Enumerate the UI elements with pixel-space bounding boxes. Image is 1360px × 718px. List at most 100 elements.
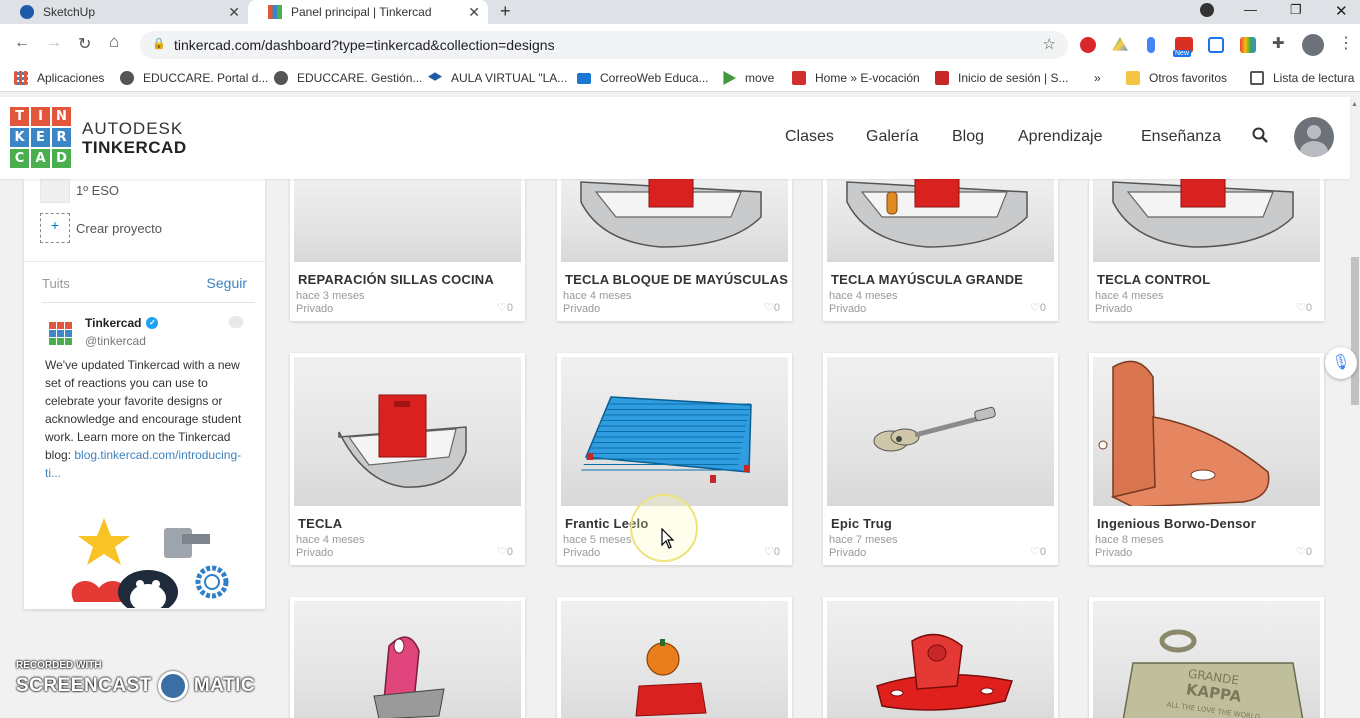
search-icon[interactable] xyxy=(1252,127,1268,148)
brand-wordmark[interactable]: AUTODESK TINKERCAD xyxy=(82,119,187,157)
design-card[interactable]: Epic Trug hace 7 meses Privado ♡0 xyxy=(823,353,1058,565)
design-title[interactable]: TECLA CONTROL xyxy=(1097,272,1210,287)
design-thumbnail[interactable] xyxy=(561,601,788,718)
forward-arrow-icon[interactable]: → xyxy=(46,34,62,52)
bookmark-educcare-portal[interactable]: EDUCCARE. Portal d... xyxy=(120,71,268,85)
design-thumbnail[interactable] xyxy=(827,179,1054,262)
design-thumbnail[interactable] xyxy=(294,601,521,718)
project-1eso[interactable]: 1º ESO xyxy=(40,179,119,203)
design-card[interactable]: Ingenious Borwo-Densor hace 8 meses Privad… xyxy=(1089,353,1324,565)
voice-input-microphone-icon[interactable]: 🎙 xyxy=(1325,347,1357,379)
design-title[interactable]: TECLA MAYÚSCULA GRANDE xyxy=(831,272,1023,287)
close-tab-icon[interactable]: ✕ xyxy=(468,4,480,21)
url-text[interactable]: tinkercad.com/dashboard?type=tinkercad&c… xyxy=(174,37,555,53)
bookmark-reading-list[interactable]: Lista de lectura xyxy=(1250,71,1354,85)
heart-icon[interactable]: ♡ xyxy=(497,546,507,558)
bookmarks-overflow-button[interactable]: » xyxy=(1094,71,1101,85)
home-icon[interactable]: ⌂ xyxy=(109,32,119,52)
heart-icon[interactable]: ♡ xyxy=(1296,302,1306,314)
adblock-extension-icon[interactable] xyxy=(1080,37,1096,53)
reload-icon[interactable]: ↻ xyxy=(78,34,91,54)
design-card[interactable]: TECLA BLOQUE DE MAYÚSCULAS hace 4 meses Pr… xyxy=(557,179,792,321)
microphone-extension-icon[interactable] xyxy=(1147,37,1155,53)
design-card[interactable] xyxy=(557,597,792,718)
bookmark-other-favorites[interactable]: Otros favoritos xyxy=(1126,71,1227,85)
tweet-reactions-image[interactable] xyxy=(44,512,244,608)
design-thumbnail[interactable] xyxy=(1093,357,1320,506)
drive-extension-icon[interactable] xyxy=(1112,37,1128,51)
design-likes[interactable]: ♡0 xyxy=(1296,301,1312,314)
design-likes[interactable]: ♡0 xyxy=(764,545,780,558)
restore-window-icon[interactable]: ❐ xyxy=(1290,2,1302,18)
tweet-author[interactable]: Tinkercad ✓ xyxy=(85,316,159,330)
design-thumbnail[interactable] xyxy=(827,357,1054,506)
design-thumbnail[interactable] xyxy=(827,601,1054,718)
design-thumbnail[interactable] xyxy=(294,357,521,506)
bookmark-correoweb[interactable]: CorreoWeb Educa... xyxy=(577,71,709,85)
color-picker-extension-icon[interactable] xyxy=(1240,37,1256,53)
puzzle-extensions-icon[interactable]: ✚ xyxy=(1272,34,1288,52)
design-card[interactable] xyxy=(290,597,525,718)
page-scrollbar[interactable]: ▲ xyxy=(1350,97,1360,718)
tweet-link[interactable]: blog.tinkercad.com/introducing-ti... xyxy=(45,448,241,480)
bookmark-evocacion[interactable]: Home » E-vocación xyxy=(792,71,920,85)
heart-icon[interactable]: ♡ xyxy=(764,546,774,558)
design-title[interactable]: Epic Trug xyxy=(831,516,892,531)
nav-galeria[interactable]: Galería xyxy=(866,128,918,146)
design-thumbnail[interactable] xyxy=(561,357,788,506)
design-title[interactable]: TECLA xyxy=(298,516,342,531)
design-thumbnail[interactable] xyxy=(1093,179,1320,262)
address-bar[interactable]: 🔒 tinkercad.com/dashboard?type=tinkercad… xyxy=(140,31,1068,59)
design-likes[interactable]: ♡0 xyxy=(497,301,513,314)
twitter-bird-icon[interactable] xyxy=(229,316,243,328)
design-card[interactable]: TECLA hace 4 meses Privado ♡0 xyxy=(290,353,525,565)
minimize-window-icon[interactable]: — xyxy=(1244,2,1257,17)
design-card[interactable] xyxy=(823,597,1058,718)
design-likes[interactable]: ♡0 xyxy=(1030,301,1046,314)
tweet-handle[interactable]: @tinkercad xyxy=(85,334,146,348)
bookmark-star-icon[interactable]: ☆ xyxy=(1043,35,1056,53)
nav-ensenanza[interactable]: Enseñanza xyxy=(1141,128,1221,146)
heart-icon[interactable]: ♡ xyxy=(764,302,774,314)
bookmark-aula-virtual[interactable]: AULA VIRTUAL "LA... xyxy=(428,71,567,85)
tinkercad-avatar-icon[interactable] xyxy=(49,322,72,345)
follow-link[interactable]: Seguir xyxy=(207,275,247,291)
bookmark-educcare-gestion[interactable]: EDUCCARE. Gestión... xyxy=(274,71,422,85)
tinkercad-logo[interactable]: TIN KER CAD xyxy=(10,107,71,168)
scrollbar-thumb[interactable] xyxy=(1351,257,1359,405)
user-avatar[interactable] xyxy=(1294,117,1334,157)
design-card[interactable]: REPARACIÓN SILLAS COCINA hace 3 meses Priv… xyxy=(290,179,525,321)
nav-blog[interactable]: Blog xyxy=(952,128,984,146)
design-thumbnail[interactable] xyxy=(294,179,521,262)
design-title[interactable]: TECLA BLOQUE DE MAYÚSCULAS xyxy=(565,272,788,287)
scroll-up-arrow-icon[interactable]: ▲ xyxy=(1351,101,1358,108)
bookmark-apps[interactable]: Aplicaciones xyxy=(14,71,104,85)
design-card[interactable]: GRANDE KAPPA ALL THE LOVE THE WORLD xyxy=(1089,597,1324,718)
browser-menu-icon[interactable]: ⋮ xyxy=(1338,33,1354,53)
design-thumbnail[interactable]: GRANDE KAPPA ALL THE LOVE THE WORLD xyxy=(1093,601,1320,718)
design-likes[interactable]: ♡0 xyxy=(497,545,513,558)
bookmark-move[interactable]: move xyxy=(722,71,774,85)
design-title[interactable]: REPARACIÓN SILLAS COCINA xyxy=(298,272,494,287)
heart-icon[interactable]: ♡ xyxy=(1030,546,1040,558)
heart-icon[interactable]: ♡ xyxy=(1030,302,1040,314)
design-likes[interactable]: ♡0 xyxy=(1296,545,1312,558)
design-likes[interactable]: ♡0 xyxy=(764,301,780,314)
create-project-button[interactable]: + Crear proyecto xyxy=(40,213,162,243)
design-card[interactable]: TECLA MAYÚSCULA GRANDE hace 4 meses Privad… xyxy=(823,179,1058,321)
tab-sketchup[interactable]: SketchUp ✕ xyxy=(0,0,248,24)
heart-icon[interactable]: ♡ xyxy=(497,302,507,314)
nav-aprendizaje[interactable]: Aprendizaje xyxy=(1018,128,1103,146)
back-arrow-icon[interactable]: ← xyxy=(14,34,30,52)
design-thumbnail[interactable] xyxy=(561,179,788,262)
heart-icon[interactable]: ♡ xyxy=(1296,546,1306,558)
design-likes[interactable]: ♡0 xyxy=(1030,545,1046,558)
profile-dropdown-icon[interactable] xyxy=(1200,3,1214,17)
design-title[interactable]: Ingenious Borwo-Densor xyxy=(1097,516,1256,531)
bookmark-inicio-sesion[interactable]: Inicio de sesión | S... xyxy=(935,71,1069,85)
nav-clases[interactable]: Clases xyxy=(785,128,834,146)
design-card[interactable]: TECLA CONTROL hace 4 meses Privado ♡0 xyxy=(1089,179,1324,321)
tab-tinkercad[interactable]: Panel principal | Tinkercad ✕ xyxy=(248,0,488,24)
screen-capture-extension-icon[interactable] xyxy=(1208,37,1224,53)
close-tab-icon[interactable]: ✕ xyxy=(228,4,240,21)
